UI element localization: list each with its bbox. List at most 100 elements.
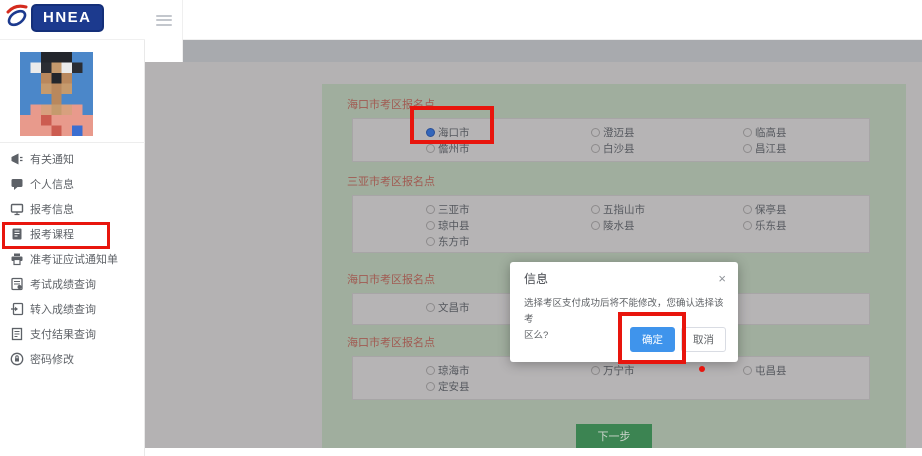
radio-icon[interactable] [426,205,435,214]
radio-label: 五指山市 [603,202,645,217]
exam-area-section: 三亚市考区报名点三亚市 五指山市 保亭县琼中县 陵水县 乐东县东方市 [322,173,906,253]
radio-option[interactable]: 临高县 [743,125,869,140]
breadcrumb-strip [183,40,922,62]
radio-label: 琼中县 [438,218,470,233]
radio-option[interactable]: 三亚市 [426,202,591,217]
sidebar-item-exam-info[interactable]: 报考信息 [0,196,145,221]
radio-icon[interactable] [426,221,435,230]
radio-option[interactable]: 琼海市 [426,363,591,378]
sidebar-item-profile[interactable]: 个人信息 [0,171,145,196]
megaphone-icon [10,152,24,166]
radio-icon[interactable] [743,205,752,214]
sidebar-item-label: 报考信息 [30,201,74,217]
user-avatar [20,52,93,136]
dialog-title: 信息 [524,270,548,287]
radio-icon[interactable] [426,366,435,375]
confirm-button[interactable]: 确定 [630,327,675,352]
radio-option[interactable]: 万宁市 [591,363,743,378]
sidebar-item-admission-ticket[interactable]: 准考证应试通知单 [0,246,145,271]
radio-icon[interactable] [743,366,752,375]
radio-icon[interactable] [426,303,435,312]
dialog-footer: 确定 取消 [630,327,726,352]
logo-text: HNEA [31,4,104,32]
dialog-header: 信息 × [510,262,738,289]
radio-option[interactable]: 定安县 [426,379,591,394]
receipt-icon [10,327,24,341]
radio-label: 文昌市 [438,300,470,315]
chat-icon [10,177,24,191]
section-title: 三亚市考区报名点 [347,173,906,189]
radio-label: 万宁市 [603,363,635,378]
radio-option[interactable]: 儋州市 [426,141,591,156]
transfer-doc-icon [10,302,24,316]
sidebar-item-exam-scores[interactable]: 考试成绩查询 [0,271,145,296]
radio-option[interactable]: 屯昌县 [743,363,869,378]
radio-selected-icon[interactable] [426,128,435,137]
exam-area-section: 海口市考区报名点海口市 澄迈县 临高县儋州市白沙县 昌江县 [322,96,906,162]
next-step-button[interactable]: 下一步 [576,424,652,448]
monitor-icon [10,202,24,216]
sidebar: 有关通知个人信息报考信息报考课程准考证应试通知单考试成绩查询转入成绩查询支付结果… [0,40,145,456]
hamburger-icon [156,12,172,62]
sidebar-item-label: 密码修改 [30,351,74,367]
sidebar-item-label: 考试成绩查询 [30,276,96,292]
main-content: 下一步 海口市考区报名点海口市澄迈县临高县儋州市白沙县昌江县三亚市考区报名点三亚… [145,62,922,448]
sidebar-item-exam-courses[interactable]: 报考课程 [0,221,145,246]
section-title: 海口市考区报名点 [347,96,906,112]
radio-option[interactable]: 海口市 [426,125,591,140]
radio-group: 琼海市万宁市 屯昌县定安县 [352,356,870,400]
radio-label: 白沙县 [603,141,635,156]
printer-icon [10,252,24,266]
radio-option[interactable]: 保亭县 [743,202,869,217]
radio-option[interactable]: 乐东县 [743,218,869,233]
radio-label: 海口市 [438,125,470,140]
radio-icon[interactable] [591,128,600,137]
sidebar-collapse-button[interactable] [145,0,183,62]
radio-label: 澄迈县 [603,125,635,140]
radio-label: 乐东县 [755,218,787,233]
radio-option[interactable]: 陵水县 [591,218,743,233]
radio-icon[interactable] [743,221,752,230]
radio-option[interactable]: 昌江县 [743,141,869,156]
radio-label: 保亭县 [755,202,787,217]
sidebar-item-label: 支付结果查询 [30,326,96,342]
sidebar-item-transfer-scores[interactable]: 转入成绩查询 [0,296,145,321]
score-icon [10,277,24,291]
cancel-button[interactable]: 取消 [681,327,726,352]
sidebar-item-label: 有关通知 [30,151,74,167]
hnea-emblem-icon [5,2,29,35]
radio-label: 东方市 [438,234,470,249]
radio-icon[interactable] [743,144,752,153]
sidebar-item-label: 个人信息 [30,176,74,192]
radio-label: 定安县 [438,379,470,394]
radio-group: 三亚市 五指山市 保亭县琼中县 陵水县 乐东县东方市 [352,195,870,253]
divider [0,142,145,143]
top-bar: HNEA [0,0,922,40]
logo: HNEA [5,3,104,33]
radio-icon[interactable] [591,366,600,375]
sidebar-item-payment-results[interactable]: 支付结果查询 [0,321,145,346]
sidebar-item-label: 准考证应试通知单 [30,251,118,267]
radio-label: 昌江县 [755,141,787,156]
close-icon[interactable]: × [718,272,726,285]
radio-label: 屯昌县 [755,363,787,378]
radio-option[interactable]: 澄迈县 [591,125,743,140]
radio-icon[interactable] [426,144,435,153]
radio-option[interactable]: 白沙县 [591,141,743,156]
radio-icon[interactable] [591,205,600,214]
radio-icon[interactable] [426,237,435,246]
book-icon [10,227,24,241]
radio-icon[interactable] [743,128,752,137]
radio-icon[interactable] [591,221,600,230]
radio-option[interactable]: 琼中县 [426,218,591,233]
sidebar-item-label: 转入成绩查询 [30,301,96,317]
radio-icon[interactable] [426,382,435,391]
radio-option[interactable]: 东方市 [426,234,591,249]
radio-option[interactable]: 五指山市 [591,202,743,217]
sidebar-item-change-password[interactable]: 密码修改 [0,346,145,371]
radio-label: 陵水县 [603,218,635,233]
confirm-dialog: 信息 × 选择考区支付成功后将不能修改，您确认选择该考 区么? 确定 取消 [510,262,738,362]
radio-icon[interactable] [591,144,600,153]
radio-label: 三亚市 [438,202,470,217]
sidebar-item-notices[interactable]: 有关通知 [0,146,145,171]
